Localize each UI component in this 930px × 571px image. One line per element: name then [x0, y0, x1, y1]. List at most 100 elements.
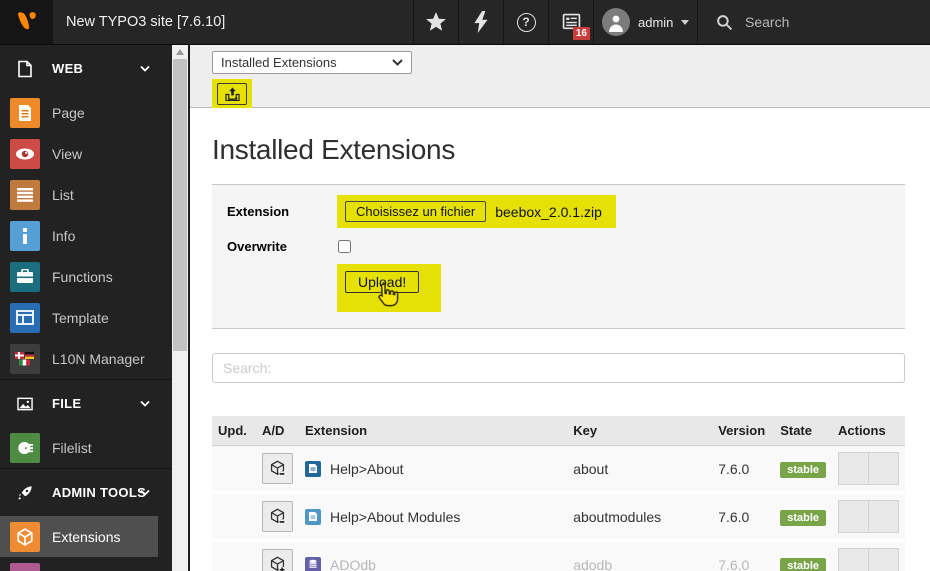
aboutmodules-extension-icon [305, 508, 321, 525]
page-module-icon [10, 97, 40, 128]
lightning-icon [474, 11, 488, 33]
module-menu-scrollbar[interactable] [172, 45, 188, 571]
section-web: WEB Page View List Info Functions Templa… [0, 45, 172, 379]
chevron-down-icon [140, 489, 150, 496]
state-badge: stable [780, 509, 826, 526]
sidebar-item-view[interactable]: View [0, 133, 158, 174]
clear-cache-button[interactable] [458, 0, 503, 44]
sidebar-item-info[interactable]: Info [0, 215, 158, 256]
section-header-admin-tools[interactable]: ADMIN TOOLS [0, 469, 158, 516]
extension-search-input[interactable] [212, 353, 905, 383]
state-badge: stable [780, 557, 826, 571]
upload-row: Upload! [227, 264, 890, 312]
module-menu: WEB Page View List Info Functions Templa… [0, 45, 172, 571]
image-outline-icon [17, 397, 33, 411]
sidebar-item-list[interactable]: List [0, 174, 158, 215]
username: admin [638, 14, 674, 30]
person-icon [609, 15, 623, 32]
activate-extension-button[interactable] [262, 549, 293, 571]
choose-file-button[interactable]: Choisissez un fichier [345, 201, 487, 222]
bookmarks-button[interactable] [413, 0, 458, 44]
l10n-module-icon [10, 343, 40, 374]
upload-submit-highlight: Upload! [337, 264, 442, 312]
action-button[interactable] [868, 452, 899, 485]
sidebar-item-functions[interactable]: Functions [0, 256, 158, 297]
overwrite-label: Overwrite [227, 238, 287, 254]
help-button[interactable]: ? [503, 0, 548, 44]
content-area: Installed Extensions Installed Extension… [188, 45, 930, 571]
deactivate-extension-button[interactable] [262, 501, 293, 532]
sidebar-item-l10n-manager[interactable]: L10N Manager [0, 338, 158, 379]
cube-plus-icon [270, 556, 286, 571]
star-icon [426, 12, 446, 31]
action-button[interactable] [868, 548, 899, 571]
extension-key: aboutmodules [573, 508, 662, 525]
extension-key: about [573, 460, 609, 477]
extensions-module-icon [10, 521, 40, 552]
sidebar-item-filelist[interactable]: Filelist [0, 427, 158, 468]
avatar [602, 8, 630, 36]
hand-cursor-icon [378, 282, 399, 307]
action-button[interactable] [838, 452, 869, 485]
opendocs-button[interactable]: 16 [548, 0, 593, 44]
table-row: Help>About about 7.6.0 stable [212, 445, 905, 493]
section-header-file[interactable]: FILE [0, 380, 158, 427]
section-admin-tools: ADMIN TOOLS Extensions [0, 468, 172, 571]
topbar-search-placeholder: Search [745, 14, 790, 30]
extension-version: 7.6.0 [718, 460, 750, 477]
col-ad: A/D [256, 416, 299, 446]
scrollbar-up-arrow-icon[interactable] [176, 49, 184, 55]
docheader: Installed Extensions [190, 45, 930, 109]
functions-module-icon [10, 261, 40, 292]
action-button[interactable] [838, 500, 869, 533]
col-key: Key [567, 416, 713, 446]
page-outline-icon [17, 60, 33, 78]
scrollbar-thumb[interactable] [173, 59, 187, 351]
sidebar-item-partial[interactable] [0, 557, 158, 571]
col-extension: Extension [299, 416, 568, 446]
topbar-search[interactable]: Search [697, 0, 930, 44]
typo3-logo[interactable] [0, 0, 53, 44]
sidebar-item-extensions[interactable]: Extensions [0, 516, 158, 557]
extension-version: 7.6.0 [718, 556, 750, 571]
extension-version: 7.6.0 [718, 508, 750, 525]
upload-button-highlight [212, 79, 252, 109]
partially-visible-module-icon [10, 562, 40, 571]
extensions-table: Upd. A/D Extension Key Version State Act… [212, 416, 905, 571]
upload-form-panel: Extension Choisissez un fichier beebox_2… [212, 184, 905, 329]
overwrite-checkbox[interactable] [338, 239, 351, 253]
list-module-icon [10, 179, 40, 210]
col-upd: Upd. [212, 416, 256, 446]
table-header-row: Upd. A/D Extension Key Version State Act… [212, 416, 905, 446]
chevron-down-icon [681, 19, 690, 25]
user-menu[interactable]: admin [593, 0, 697, 44]
filelist-module-icon [10, 432, 40, 463]
module-function-select[interactable]: Installed Extensions [212, 51, 412, 74]
sidebar-item-page[interactable]: Page [0, 92, 158, 133]
file-input-highlight: Choisissez un fichier beebox_2.0.1.zip [337, 195, 616, 228]
overwrite-row: Overwrite [227, 234, 890, 258]
action-button[interactable] [868, 500, 899, 533]
search-icon [717, 14, 733, 30]
chevron-down-icon [140, 65, 150, 72]
extension-name: ADOdb [330, 556, 376, 571]
table-row: Help>About Modules aboutmodules 7.6.0 st… [212, 492, 905, 541]
cube-minus-icon [270, 508, 286, 525]
upload-extension-button[interactable] [217, 83, 247, 105]
module-body: Installed Extensions Extension Choisisse… [190, 108, 930, 571]
table-row: ADOdb adodb 7.6.0 stable [212, 540, 905, 571]
site-title: New TYPO3 site [7.6.10] [66, 14, 226, 30]
sidebar-item-template[interactable]: Template [0, 297, 158, 338]
chevron-down-icon [140, 400, 150, 407]
chosen-file-name: beebox_2.0.1.zip [495, 203, 602, 220]
section-header-web[interactable]: WEB [0, 45, 158, 92]
deactivate-extension-button[interactable] [262, 453, 293, 484]
action-button[interactable] [838, 548, 869, 571]
view-module-icon [10, 138, 40, 169]
extension-name: Help>About Modules [330, 508, 461, 525]
topbar: New TYPO3 site [7.6.10] ? 16 admin Searc… [0, 0, 930, 45]
extension-file-row: Extension Choisissez un fichier beebox_2… [227, 195, 890, 228]
state-badge: stable [780, 461, 826, 478]
adodb-extension-icon [305, 556, 321, 571]
section-file: FILE Filelist [0, 379, 172, 468]
